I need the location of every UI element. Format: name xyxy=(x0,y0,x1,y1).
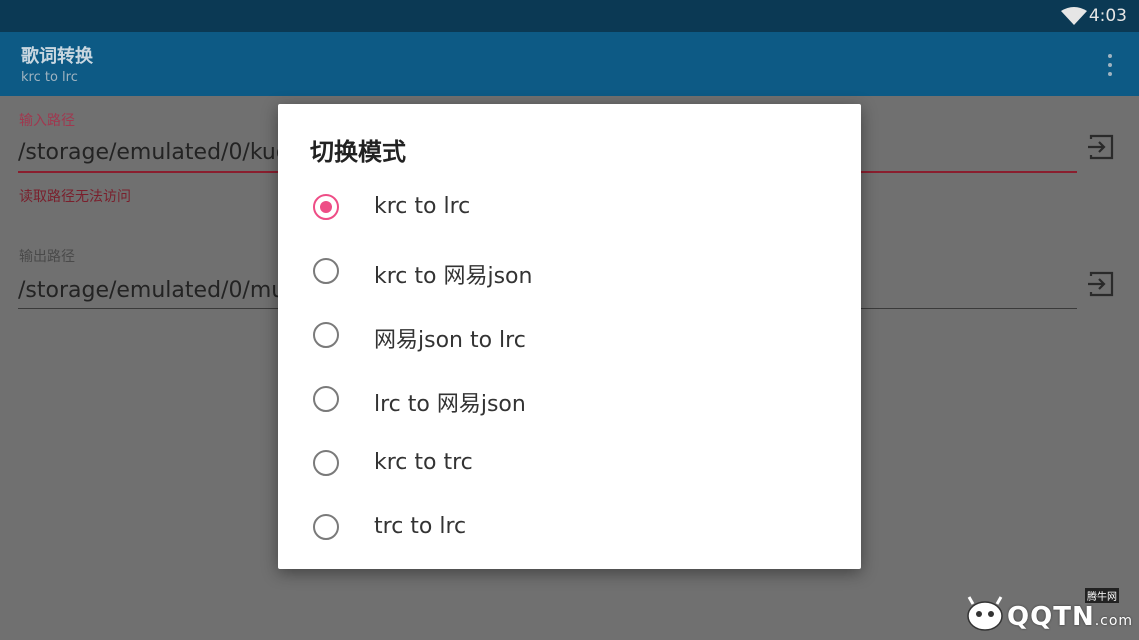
radio-button[interactable] xyxy=(313,386,339,412)
option-label: krc to 网易json xyxy=(374,264,533,289)
radio-button[interactable] xyxy=(313,322,339,348)
output-path-field[interactable]: /storage/emulated/0/mu xyxy=(18,278,278,303)
radio-button[interactable] xyxy=(313,450,339,476)
wifi-icon xyxy=(1061,7,1087,25)
input-login-icon[interactable] xyxy=(1087,133,1115,161)
app-subtitle: krc to lrc xyxy=(21,70,78,85)
output-login-icon[interactable] xyxy=(1087,270,1115,298)
option-label: lrc to 网易json xyxy=(374,392,526,417)
option-label: trc to lrc xyxy=(374,514,467,539)
radio-button[interactable] xyxy=(313,194,339,220)
option-netease-json-to-lrc[interactable]: 网易json to lrc xyxy=(278,303,861,367)
option-trc-to-lrc[interactable]: trc to lrc xyxy=(278,495,861,559)
option-label: krc to trc xyxy=(374,450,473,475)
input-path-label: 输入路径 xyxy=(19,113,75,129)
dialog-title: 切换模式 xyxy=(310,138,406,166)
status-time: 4:03 xyxy=(1088,6,1127,26)
watermark: QQTN.com 腾牛网 xyxy=(963,588,1134,636)
watermark-logo-icon xyxy=(967,596,1003,631)
overflow-menu-icon[interactable] xyxy=(1101,52,1119,78)
radio-button[interactable] xyxy=(313,514,339,540)
radio-button[interactable] xyxy=(313,258,339,284)
app-bar: 歌词转换 krc to lrc xyxy=(0,32,1139,96)
mode-dialog: 切换模式 krc to lrc krc to 网易json 网易json to … xyxy=(278,104,861,569)
option-krc-to-trc[interactable]: krc to trc xyxy=(278,431,861,495)
app-title: 歌词转换 xyxy=(21,46,93,67)
input-path-error: 读取路径无法访问 xyxy=(19,189,131,205)
status-bar: 4:03 xyxy=(0,0,1139,32)
watermark-text: QQTN.com xyxy=(1007,602,1134,632)
option-label: krc to lrc xyxy=(374,194,471,219)
option-label: 网易json to lrc xyxy=(374,328,526,353)
option-lrc-to-netease-json[interactable]: lrc to 网易json xyxy=(278,367,861,431)
watermark-tag: 腾牛网 xyxy=(1085,588,1119,603)
output-path-label: 输出路径 xyxy=(19,249,75,265)
option-krc-to-lrc[interactable]: krc to lrc xyxy=(278,175,861,239)
option-krc-to-netease-json[interactable]: krc to 网易json xyxy=(278,239,861,303)
input-path-field[interactable]: /storage/emulated/0/kug xyxy=(18,140,278,165)
